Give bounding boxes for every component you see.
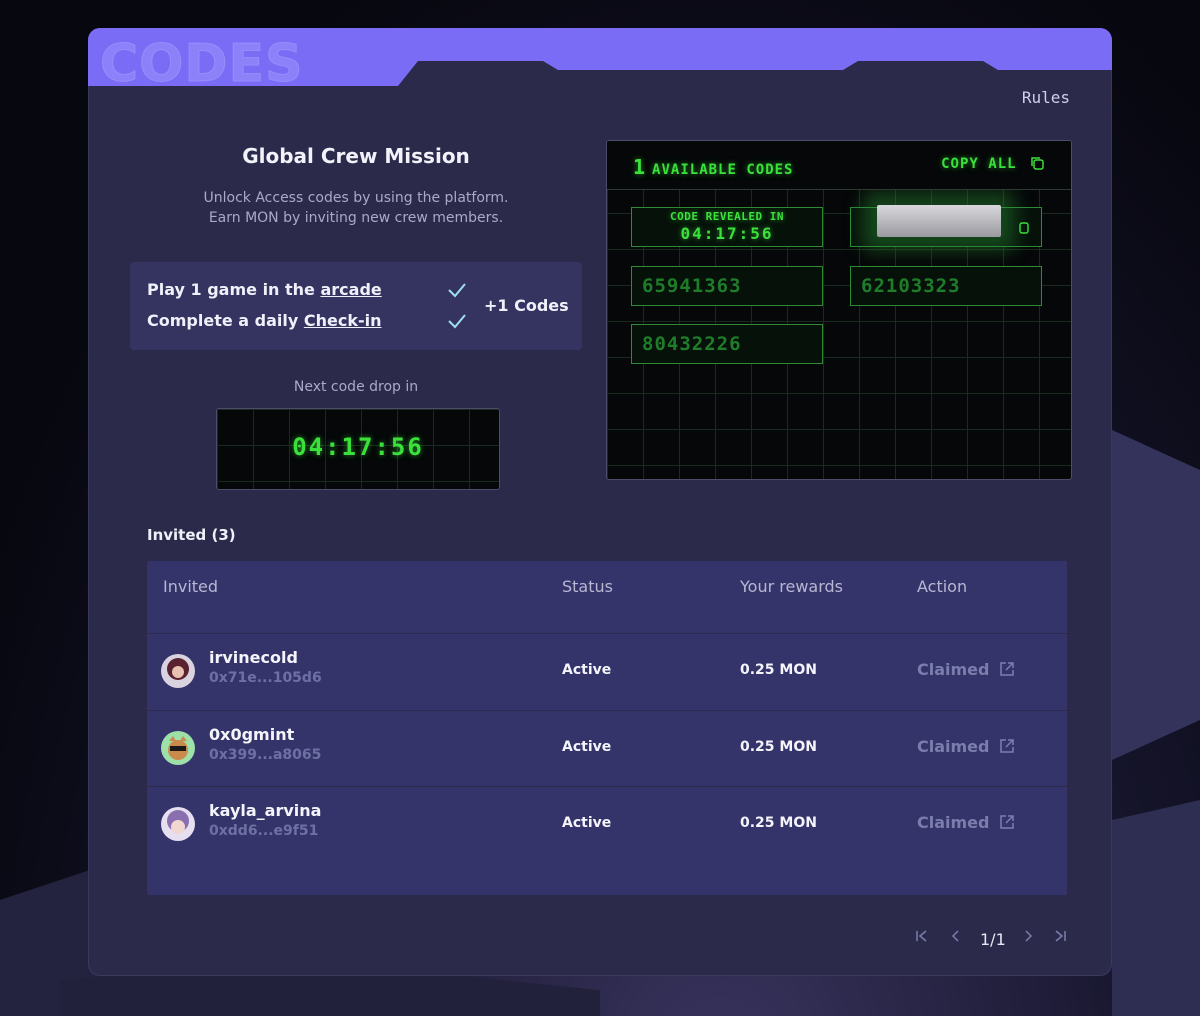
prev-page-icon[interactable] xyxy=(948,928,964,944)
first-page-icon[interactable] xyxy=(914,928,930,944)
column-header-invited: Invited xyxy=(163,577,219,596)
available-count: 1 xyxy=(633,155,647,179)
code-cell[interactable]: 65941363 xyxy=(631,266,823,306)
available-codes-panel: 1 AVAILABLE CODES COPY ALL CODE REVEALED … xyxy=(606,140,1072,480)
task-text: Complete a daily xyxy=(147,311,304,330)
table-row: irvinecold 0x71e...105d6 Active 0.25 MON… xyxy=(147,633,1067,710)
external-link-icon xyxy=(1000,662,1014,676)
status-badge: Active xyxy=(562,662,612,678)
reveal-timer: 04:17:56 xyxy=(680,224,774,243)
hidden-code-cell xyxy=(850,205,1042,247)
task-reward: +1 Codes xyxy=(484,296,569,315)
next-drop-timer-box: 04:17:56 xyxy=(216,408,500,490)
mission-desc-line-2: Earn MON by inviting new crew members. xyxy=(208,210,504,226)
code-value: 80432226 xyxy=(642,333,742,355)
hidden-code-mask xyxy=(877,205,1001,237)
reward-amount: 0.25 MON xyxy=(740,739,817,755)
task-play-game: Play 1 game in the arcade xyxy=(147,280,382,299)
code-cell[interactable]: 80432226 xyxy=(631,324,823,364)
claimed-link[interactable]: Claimed xyxy=(917,813,1015,832)
task-list: Play 1 game in the arcade Complete a dai… xyxy=(130,262,582,350)
reward-amount: 0.25 MON xyxy=(740,815,817,831)
mission-desc-line-1: Unlock Access codes by using the platfor… xyxy=(203,190,509,206)
avatar xyxy=(161,654,195,688)
invitee-address: 0x399...a8065 xyxy=(209,747,322,763)
avatar xyxy=(161,731,195,765)
reveal-label: CODE REVEALED IN xyxy=(670,210,784,223)
status-badge: Active xyxy=(562,739,612,755)
invited-table: Invited Status Your rewards Action irvin… xyxy=(147,561,1067,895)
external-link-icon xyxy=(1000,815,1014,829)
available-text: AVAILABLE CODES xyxy=(652,162,794,178)
page-indicator: 1/1 xyxy=(980,930,1006,949)
available-codes-label: 1 AVAILABLE CODES xyxy=(633,155,793,179)
external-link-icon xyxy=(1000,739,1014,753)
column-header-action: Action xyxy=(917,577,968,596)
claimed-link[interactable]: Claimed xyxy=(917,660,1015,679)
column-header-status: Status xyxy=(562,577,613,596)
panel-title: CODES xyxy=(100,34,304,95)
table-row: kayla_arvina 0xdd6...e9f51 Active 0.25 M… xyxy=(147,786,1067,863)
invitee-address: 0xdd6...e9f51 xyxy=(209,823,319,839)
mission-description: Unlock Access codes by using the platfor… xyxy=(88,188,624,228)
invitee-name: irvinecold xyxy=(209,648,298,667)
next-drop-timer: 04:17:56 xyxy=(292,433,424,461)
rules-link[interactable]: Rules xyxy=(1022,88,1070,107)
invitee-address: 0x71e...105d6 xyxy=(209,670,322,686)
check-in-link[interactable]: Check-in xyxy=(304,311,382,330)
codes-header: 1 AVAILABLE CODES COPY ALL xyxy=(607,141,1071,190)
codes-panel: CODES Rules Global Crew Mission Unlock A… xyxy=(88,28,1112,976)
code-cell[interactable]: 62103323 xyxy=(850,266,1042,306)
table-row: 0x0gmint 0x399...a8065 Active 0.25 MON C… xyxy=(147,710,1067,787)
invited-count-label: Invited (3) xyxy=(147,526,236,544)
invitee-name: kayla_arvina xyxy=(209,801,322,820)
mission-title: Global Crew Mission xyxy=(242,144,470,168)
arcade-link[interactable]: arcade xyxy=(320,280,381,299)
copy-icon[interactable] xyxy=(1017,220,1031,236)
code-value: 65941363 xyxy=(642,275,742,297)
claimed-label: Claimed xyxy=(917,660,990,679)
claimed-link[interactable]: Claimed xyxy=(917,737,1015,756)
invitee-name: 0x0gmint xyxy=(209,725,295,744)
avatar xyxy=(161,807,195,841)
column-header-rewards: Your rewards xyxy=(740,577,843,596)
reward-amount: 0.25 MON xyxy=(740,662,817,678)
next-page-icon[interactable] xyxy=(1020,928,1036,944)
copy-all-label: COPY ALL xyxy=(941,156,1017,172)
next-drop-label: Next code drop in xyxy=(293,379,419,395)
code-value: 62103323 xyxy=(861,275,961,297)
check-icon xyxy=(448,314,466,329)
copy-all-button[interactable]: COPY ALL xyxy=(941,155,1045,172)
task-daily-checkin: Complete a daily Check-in xyxy=(147,311,381,330)
status-badge: Active xyxy=(562,815,612,831)
check-icon xyxy=(448,283,466,298)
task-text: Play 1 game in the xyxy=(147,280,321,299)
code-reveal-countdown: CODE REVEALED IN 04:17:56 xyxy=(631,207,823,247)
copy-icon xyxy=(1031,157,1044,170)
last-page-icon[interactable] xyxy=(1052,928,1068,944)
claimed-label: Claimed xyxy=(917,737,990,756)
claimed-label: Claimed xyxy=(917,813,990,832)
